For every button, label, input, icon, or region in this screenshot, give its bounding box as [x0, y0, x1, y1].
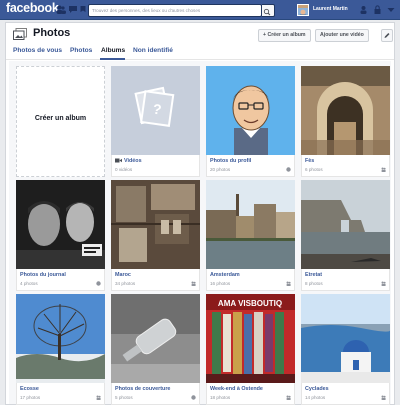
album-card-cyclades[interactable]: Cyclades 14 photos: [301, 294, 390, 405]
album-count: 5 photos: [115, 395, 133, 400]
album-title[interactable]: Maroc: [115, 272, 131, 278]
album-title[interactable]: Cyclades: [305, 386, 329, 392]
tab-untagged[interactable]: Non identifié: [133, 47, 173, 54]
messages-icon[interactable]: [68, 5, 78, 14]
lock-privacy-icon[interactable]: [373, 5, 382, 14]
album-count: 16 photos: [210, 281, 231, 286]
search-button[interactable]: [262, 4, 275, 17]
pencil-icon: [384, 33, 390, 38]
public-globe-icon[interactable]: [191, 395, 196, 400]
album-card-ostende[interactable]: AMA VISBOUTIQ Week-end à Ostende 18 phot…: [206, 294, 295, 405]
album-title[interactable]: Photos du profil: [210, 158, 251, 164]
tab-photos-of-you[interactable]: Photos de vous: [13, 47, 62, 54]
album-count: 34 photos: [115, 281, 136, 286]
album-count: 6 photos: [305, 167, 323, 172]
album-thumbnail[interactable]: [301, 180, 390, 269]
album-title[interactable]: Ecosse: [20, 386, 39, 392]
album-count: 8 photos: [305, 281, 323, 286]
friends-privacy-icon[interactable]: [96, 395, 101, 400]
album-title[interactable]: Photos de couverture: [115, 386, 170, 392]
album-card-profile-photos[interactable]: Photos du profil 20 photos: [206, 66, 295, 179]
album-thumbnail[interactable]: ?: [111, 66, 200, 155]
facebook-logo[interactable]: facebook: [6, 1, 59, 15]
album-card-cover-photos[interactable]: Photos de couverture 5 photos: [111, 294, 200, 405]
album-count: 18 photos: [210, 395, 231, 400]
create-album-label: Créer un album: [34, 115, 87, 122]
album-count: 0 vidéos: [115, 167, 133, 172]
friends-privacy-icon[interactable]: [381, 167, 386, 172]
album-title[interactable]: Photos du journal: [20, 272, 66, 278]
public-globe-icon[interactable]: [286, 167, 291, 172]
video-camera-icon: [115, 158, 122, 163]
album-count: 14 photos: [305, 395, 326, 400]
friends-privacy-icon[interactable]: [191, 281, 196, 286]
albums-grid: Créer un album ? Vidéos 0 vidéos Photos …: [9, 61, 391, 405]
album-count: 17 photos: [20, 395, 41, 400]
album-title[interactable]: Amsterdam: [210, 272, 240, 278]
album-count: 4 photos: [20, 281, 38, 286]
notifications-icon[interactable]: [80, 5, 86, 14]
friends-privacy-icon[interactable]: [381, 281, 386, 286]
page-title: Photos: [33, 27, 71, 39]
friends-privacy-icon[interactable]: [381, 395, 386, 400]
edit-button[interactable]: [381, 29, 393, 42]
create-album-button[interactable]: + Créer un album: [258, 29, 311, 42]
tab-photos[interactable]: Photos: [70, 47, 92, 54]
tab-albums[interactable]: Albums: [101, 47, 125, 54]
album-card-ecosse[interactable]: Ecosse 17 photos: [16, 294, 105, 405]
album-thumbnail[interactable]: [111, 294, 200, 383]
friend-requests-icon[interactable]: [56, 5, 66, 14]
album-card-fes[interactable]: Fès 6 photos: [301, 66, 390, 179]
create-album-card[interactable]: Créer un album: [16, 66, 105, 177]
photos-panel: Photos + Créer un album Ajouter une vidé…: [5, 22, 395, 405]
shop-sign-text: AMA VISBOUTIQ: [218, 299, 282, 308]
album-thumbnail[interactable]: [16, 180, 105, 269]
user-avatar[interactable]: [297, 4, 309, 16]
album-thumbnail[interactable]: [301, 66, 390, 155]
photos-tabs: Photos de vous Photos Albums Non identif…: [6, 43, 394, 60]
album-title[interactable]: Etretat: [305, 272, 322, 278]
friends-privacy-icon[interactable]: [286, 281, 291, 286]
album-thumbnail[interactable]: [206, 66, 295, 155]
album-count: 20 photos: [210, 167, 231, 172]
album-thumbnail[interactable]: [206, 180, 295, 269]
album-thumbnail[interactable]: [16, 294, 105, 383]
album-card-timeline-photos[interactable]: Photos du journal 4 photos: [16, 180, 105, 293]
settings-dropdown-icon[interactable]: [387, 5, 395, 14]
album-card-amsterdam[interactable]: Amsterdam 16 photos: [206, 180, 295, 293]
friends-icon[interactable]: [359, 5, 368, 14]
user-name-link[interactable]: Laurent Martin: [313, 6, 348, 12]
album-card-maroc[interactable]: Maroc 34 photos: [111, 180, 200, 293]
search-input[interactable]: Trouvez des personnes, des lieux ou d'au…: [88, 4, 262, 17]
top-bar: facebook Trouvez des personnes, des lieu…: [0, 0, 400, 20]
album-card-etretat[interactable]: Etretat 8 photos: [301, 180, 390, 293]
photos-icon: [13, 28, 27, 40]
album-title[interactable]: Fès: [305, 158, 314, 164]
album-thumbnail[interactable]: AMA VISBOUTIQ: [206, 294, 295, 383]
add-video-button[interactable]: Ajouter une vidéo: [315, 29, 369, 42]
album-card-videos[interactable]: ? Vidéos 0 vidéos: [111, 66, 200, 179]
active-tab-indicator: [100, 58, 125, 60]
album-title[interactable]: Vidéos: [115, 158, 142, 164]
album-title-text: Vidéos: [124, 158, 142, 164]
public-globe-icon[interactable]: [96, 281, 101, 286]
album-thumbnail[interactable]: [301, 294, 390, 383]
search-icon: [263, 8, 271, 16]
album-thumbnail[interactable]: [111, 180, 200, 269]
album-title[interactable]: Week-end à Ostende: [210, 386, 263, 392]
friends-privacy-icon[interactable]: [286, 395, 291, 400]
